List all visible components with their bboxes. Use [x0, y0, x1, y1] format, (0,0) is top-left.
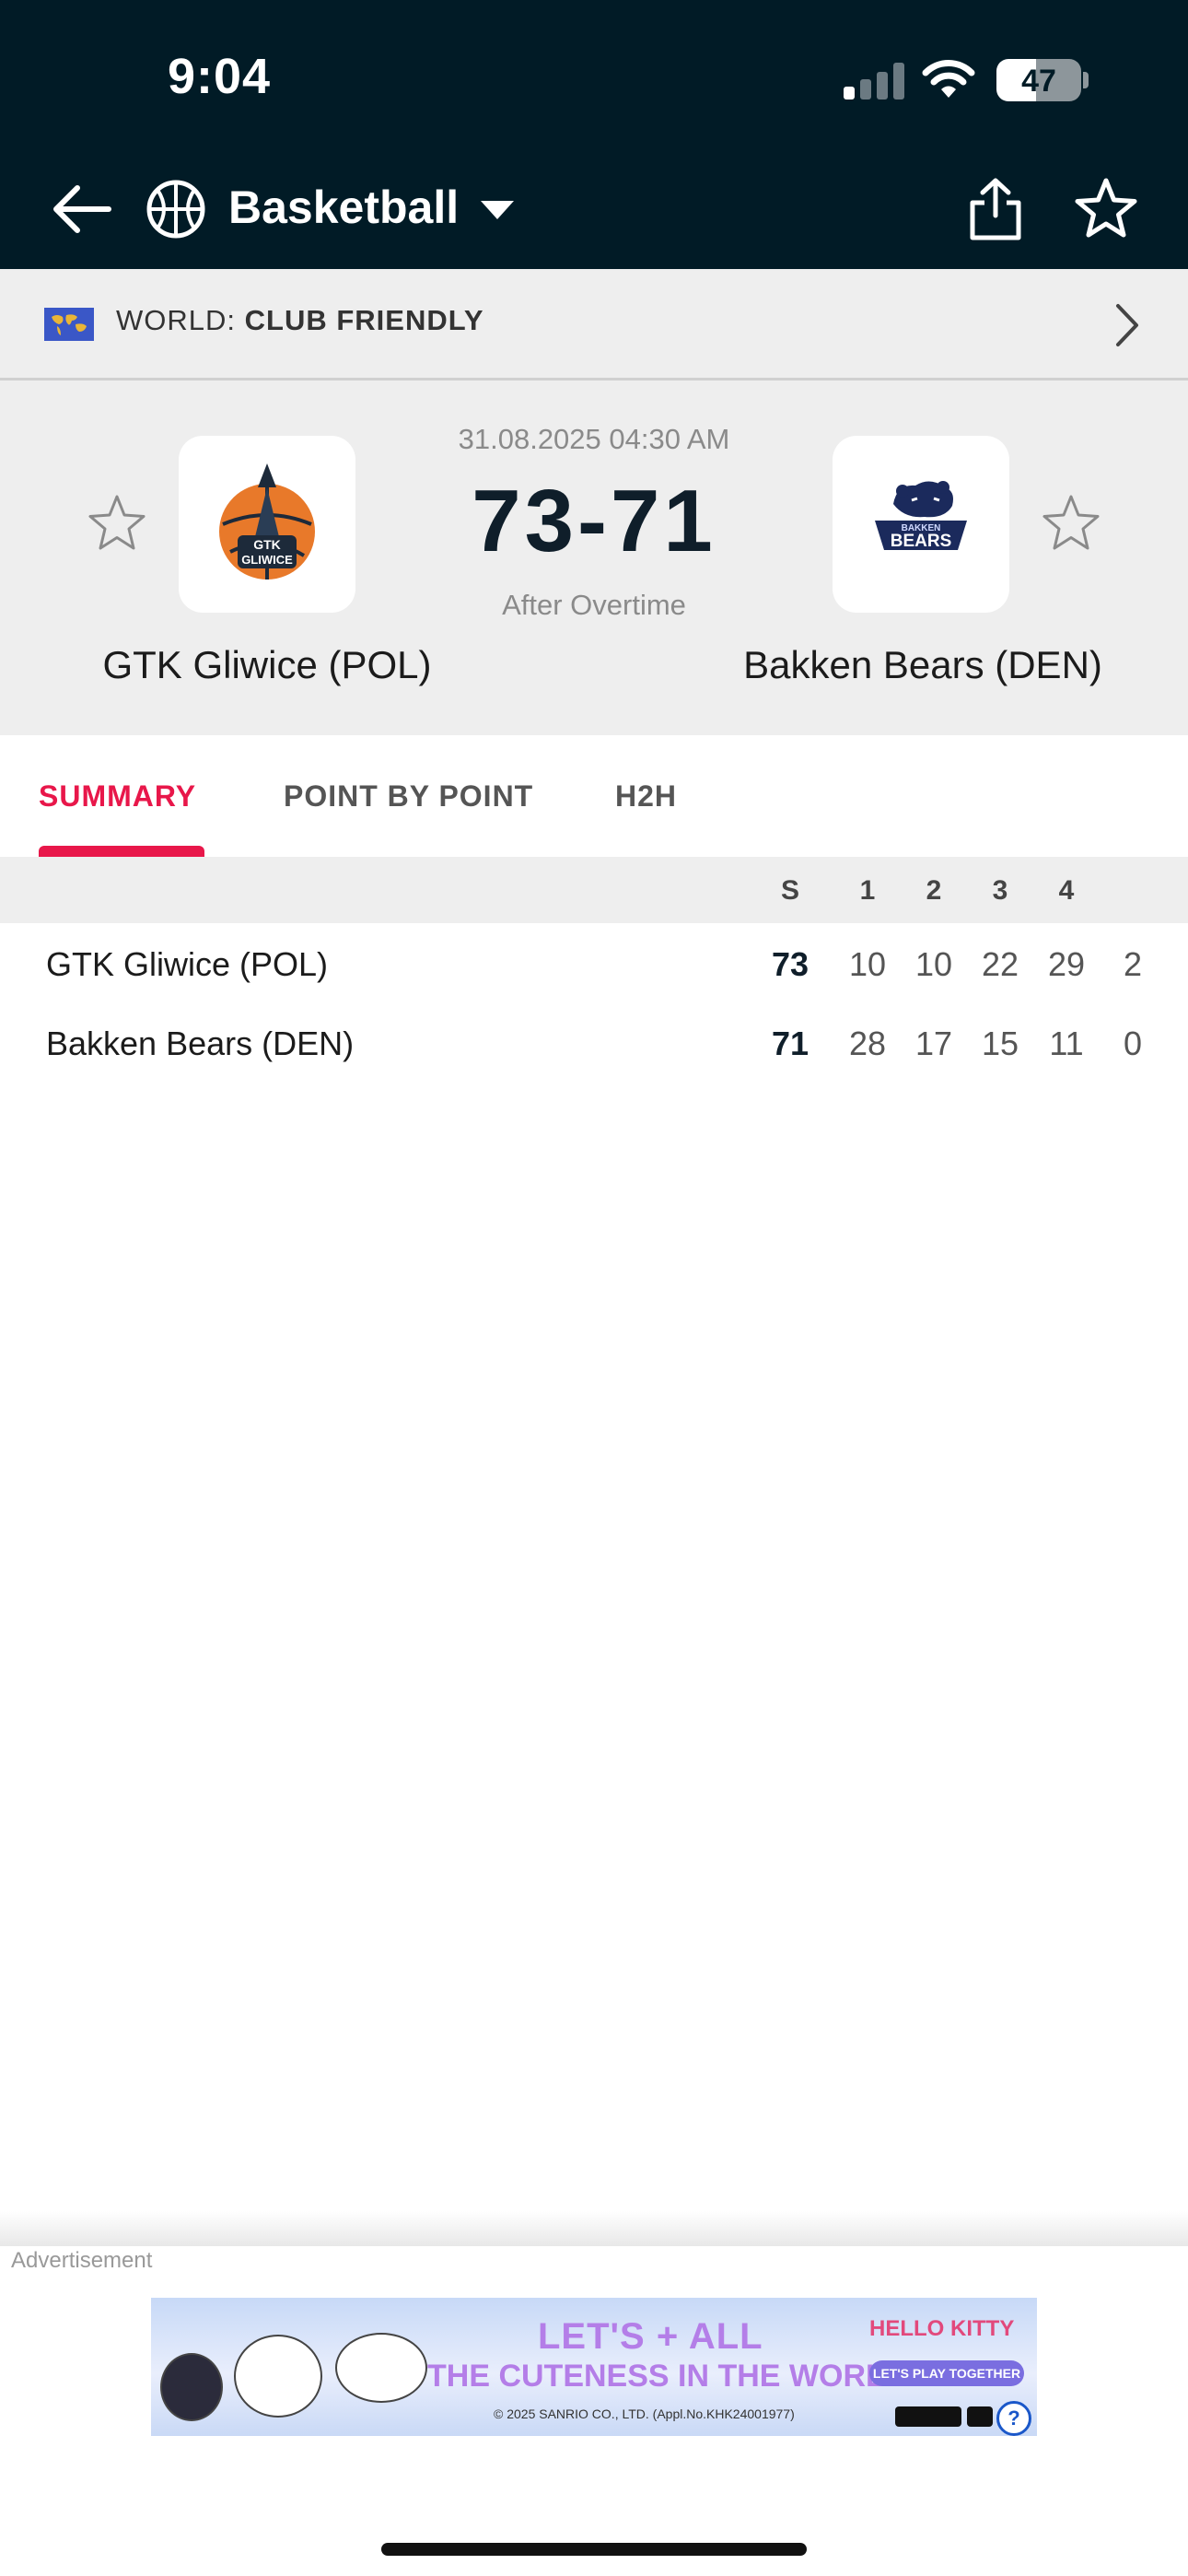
row-period: 15 — [981, 1025, 1019, 1062]
sport-selector-title[interactable]: Basketball — [228, 181, 459, 234]
ad-brand-logo: HELLO KITTY — [869, 2316, 1015, 2341]
svg-text:BEARS: BEARS — [891, 532, 952, 551]
hello-kitty-character-icon — [234, 2335, 322, 2418]
cinnamoroll-character-icon — [335, 2333, 427, 2403]
tab-summary[interactable]: SUMMARY — [39, 779, 196, 814]
row-period: 0 — [1123, 1025, 1143, 1062]
active-tab-indicator — [39, 846, 204, 857]
row-period: 10 — [914, 945, 953, 983]
league-row[interactable]: WORLD: CLUB FRIENDLY — [0, 269, 1188, 381]
column-header-total: S — [780, 875, 799, 906]
match-status: After Overtime — [502, 589, 686, 621]
tab-point-by-point[interactable]: POINT BY POINT — [284, 779, 533, 814]
share-icon[interactable] — [965, 175, 1026, 243]
battery-percent: 47 — [1021, 64, 1056, 99]
row-total: 71 — [771, 1025, 809, 1062]
home-indicator — [381, 2543, 807, 2556]
app-store-badge-icon[interactable] — [967, 2406, 993, 2427]
away-team-name[interactable]: Bakken Bears (DEN) — [693, 643, 1153, 687]
wifi-icon — [922, 60, 975, 98]
world-flag-icon — [44, 308, 94, 341]
match-datetime: 31.08.2025 04:30 AM — [458, 423, 730, 455]
match-tabs: SUMMARY POINT BY POINT H2H — [0, 735, 1188, 857]
table-row[interactable]: GTK Gliwice (POL) 73 10 10 22 29 2 — [0, 929, 1188, 1006]
row-period: 29 — [1047, 945, 1086, 983]
ad-cta-button[interactable]: LET'S PLAY TOGETHER — [869, 2360, 1024, 2386]
home-team-name[interactable]: GTK Gliwice (POL) — [37, 643, 497, 687]
row-team-name: GTK Gliwice (POL) — [46, 945, 329, 983]
favorite-star-icon[interactable] — [1072, 175, 1140, 243]
battery-icon: 47 — [996, 59, 1081, 101]
score-table-header: S 1 2 3 4 — [0, 857, 1188, 923]
column-header-q1: 1 — [859, 875, 876, 906]
column-header-q4: 4 — [1058, 875, 1075, 906]
cellular-signal-icon — [844, 61, 904, 100]
row-period: 10 — [848, 945, 887, 983]
dropdown-caret-icon[interactable] — [481, 201, 514, 219]
league-name: WORLD: CLUB FRIENDLY — [116, 304, 484, 336]
app-header: 9:04 47 Basketball — [0, 0, 1188, 269]
tab-h2h[interactable]: H2H — [615, 779, 677, 814]
basketball-icon — [146, 180, 205, 239]
ad-copyright: © 2025 SANRIO CO., LTD. (Appl.No.KHK2400… — [494, 2406, 795, 2421]
column-header-q3: 3 — [992, 875, 1008, 906]
back-arrow-icon[interactable] — [48, 175, 116, 243]
ad-subheadline: THE CUTENESS IN THE WORLD! — [427, 2359, 918, 2394]
row-period: 11 — [1049, 1025, 1084, 1062]
match-header: GTK GLIWICE 31.08.2025 04:30 AM 73-71 Af… — [0, 381, 1188, 735]
away-favorite-star-icon[interactable] — [1039, 491, 1103, 556]
kuromi-character-icon — [160, 2353, 223, 2421]
match-score: 73-71 — [472, 472, 716, 570]
row-period: 2 — [1123, 945, 1143, 983]
chevron-right-icon[interactable] — [1111, 302, 1144, 348]
column-header-q2: 2 — [926, 875, 942, 906]
row-total: 73 — [771, 945, 809, 983]
battery-tip — [1083, 72, 1089, 88]
row-period: 22 — [981, 945, 1019, 983]
table-row[interactable]: Bakken Bears (DEN) 71 28 17 15 11 0 — [0, 1008, 1188, 1085]
away-team-logo[interactable]: BAKKEN BEARS — [833, 436, 1009, 613]
row-period: 28 — [848, 1025, 887, 1062]
ad-divider-shadow — [0, 2211, 1188, 2246]
ad-help-icon[interactable]: ? — [996, 2401, 1031, 2436]
ad-banner[interactable]: LET'S + ALL THE CUTENESS IN THE WORLD! ©… — [151, 2298, 1037, 2436]
row-period: 17 — [914, 1025, 953, 1062]
ad-headline: LET'S + ALL — [538, 2316, 763, 2357]
google-play-badge-icon[interactable] — [895, 2406, 961, 2427]
row-team-name: Bakken Bears (DEN) — [46, 1025, 355, 1062]
ad-label: Advertisement — [11, 2248, 153, 2273]
status-time: 9:04 — [168, 49, 272, 104]
bakken-bears-logo-icon: BAKKEN BEARS — [875, 481, 967, 551]
